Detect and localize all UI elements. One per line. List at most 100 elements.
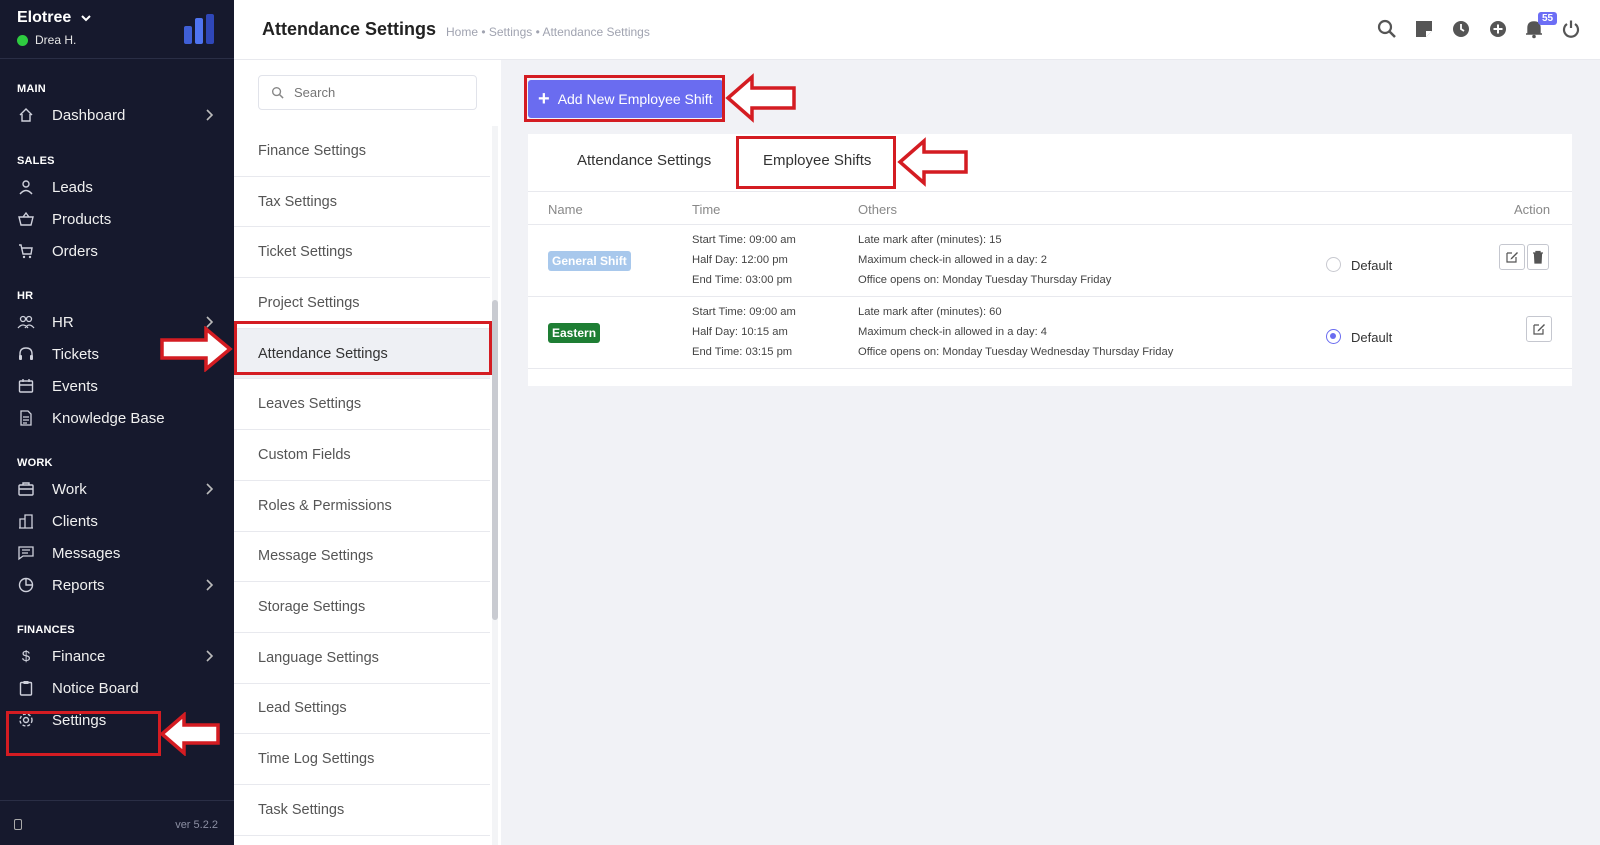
settings-item-roles-permissions[interactable]: Roles & Permissions [234,481,490,532]
settings-item-finance[interactable]: Finance Settings [234,126,490,177]
shifts-card: Attendance Settings Employee Shifts Name… [528,134,1572,386]
column-header-name: Name [548,202,583,217]
sidebar-item-label: Notice Board [52,679,139,697]
building-icon [17,512,35,530]
sidebar-item-knowledge-base[interactable]: Knowledge Base [0,402,234,434]
online-status-icon [17,34,28,46]
column-header-others: Others [858,202,898,217]
settings-item-time-log[interactable]: Time Log Settings [234,734,490,785]
power-icon[interactable] [1560,18,1582,40]
late-mark: Late mark after (minutes): 15 [858,234,1002,246]
sidebar-item-notice-board[interactable]: Notice Board [0,672,234,704]
sidebar-item-label: Products [52,210,112,228]
settings-item-message[interactable]: Message Settings [234,532,490,583]
sidebar-item-reports[interactable]: Reports [0,569,234,601]
settings-item-custom-fields[interactable]: Custom Fields [234,430,490,481]
annotation-box-employee-shifts-tab [736,136,896,189]
annotation-box-attendance-settings [234,321,492,375]
sidebar-item-messages[interactable]: Messages [0,537,234,569]
max-checkin: Maximum check-in allowed in a day: 4 [858,326,1048,338]
settings-item-lead[interactable]: Lead Settings [234,684,490,735]
scrollbar-thumb[interactable] [492,300,498,620]
sidebar-item-label: Clients [52,512,98,530]
company-switcher[interactable]: Elotree [17,9,93,27]
user-status: Drea H. [17,33,93,47]
sidebar-item-leads[interactable]: Leads [0,171,234,203]
logo-icon [184,14,214,44]
sidebar-item-label: Leads [52,178,93,196]
section-label-hr: HR [17,290,34,302]
basket-icon [17,210,35,228]
document-icon [17,409,35,427]
clipboard-icon [17,679,35,697]
default-radio[interactable] [1326,257,1341,272]
sidebar-item-label: HR [52,313,74,331]
delete-button[interactable] [1527,244,1549,270]
search-input[interactable] [294,85,464,100]
annotation-box-settings [6,711,161,756]
home-icon [17,106,35,124]
search-icon [271,86,284,99]
top-header: Attendance Settings Home • Settings • At… [234,0,1600,60]
sidebar-item-products[interactable]: Products [0,203,234,235]
annotation-arrow-left-icon [897,137,968,187]
sidebar-item-label: Work [52,480,87,498]
edit-button[interactable] [1499,244,1525,270]
sidebar-item-label: Finance [52,647,106,665]
annotation-box-add-button [524,75,725,122]
edit-button[interactable] [1526,316,1552,342]
sidebar-item-clients[interactable]: Clients [0,505,234,537]
settings-item-tax[interactable]: Tax Settings [234,177,490,228]
search-icon[interactable] [1376,18,1398,40]
breadcrumb: Home • Settings • Attendance Settings [446,25,650,39]
sidebar-item-dashboard[interactable]: Dashboard [0,99,234,131]
settings-search[interactable] [258,75,477,110]
sticky-note-icon[interactable] [1413,18,1435,40]
message-icon [17,544,35,562]
sidebar-item-label: Reports [52,576,105,594]
divider [528,224,1572,225]
chevron-right-icon [206,579,214,591]
pie-chart-icon [17,576,35,594]
shift-times: Start Time: 09:00 am Half Day: 10:15 am … [692,302,796,362]
plus-circle-icon[interactable] [1487,18,1509,40]
clock-icon[interactable] [1450,18,1472,40]
app-version: ver 5.2.2 [175,819,218,831]
divider [0,58,234,59]
sidebar-footer: ver 5.2.2 [0,800,234,845]
mobile-icon[interactable] [14,819,22,830]
edit-icon [1533,324,1545,335]
shift-details: Late mark after (minutes): 60 Maximum ch… [858,302,1173,362]
settings-item-language[interactable]: Language Settings [234,633,490,684]
settings-item-storage[interactable]: Storage Settings [234,582,490,633]
sidebar-item-finance[interactable]: $ Finance [0,640,234,672]
settings-item-leaves[interactable]: Leaves Settings [234,379,490,431]
briefcase-icon [17,480,35,498]
tab-attendance-settings[interactable]: Attendance Settings [577,152,711,169]
page-title: Attendance Settings [262,19,437,39]
chevron-right-icon [206,650,214,662]
settings-item-task[interactable]: Task Settings [234,785,490,836]
section-label-finances: FINANCES [17,624,75,636]
divider [528,296,1572,297]
section-label-sales: SALES [17,155,55,167]
trash-icon [1533,250,1543,264]
sidebar-item-events[interactable]: Events [0,370,234,402]
sidebar-item-label: Knowledge Base [52,409,165,427]
people-icon [17,313,35,331]
sidebar-item-orders[interactable]: Orders [0,235,234,267]
sidebar-item-work[interactable]: Work [0,473,234,505]
settings-menu: Finance Settings Tax Settings Ticket Set… [234,60,501,845]
default-radio[interactable] [1326,329,1341,344]
shift-times: Start Time: 09:00 am Half Day: 12:00 pm … [692,230,796,290]
brand[interactable]: Elotree Drea H. [17,9,93,47]
user-name: Drea H. [35,33,77,47]
shift-details: Late mark after (minutes): 15 Maximum ch… [858,230,1111,290]
max-checkin: Maximum check-in allowed in a day: 2 [858,254,1048,266]
calendar-icon [17,377,35,395]
settings-list: Finance Settings Tax Settings Ticket Set… [234,126,490,836]
annotation-arrow-left-icon [725,73,796,123]
settings-item-ticket[interactable]: Ticket Settings [234,227,490,279]
divider [528,191,1572,192]
office-days: Office opens on: Monday Tuesday Wednesda… [858,346,1174,358]
